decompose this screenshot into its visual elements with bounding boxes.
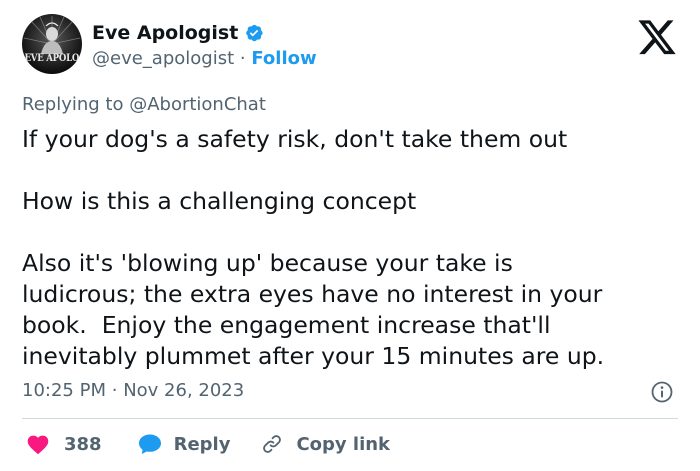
divider [22, 418, 678, 419]
tweet-paragraph: If your dog's a safety risk, don't take … [22, 125, 568, 153]
timestamp-separator: · [111, 380, 118, 401]
tweet-card: EVE APOLOGIST Eve Apologist @eve_apologi… [0, 0, 700, 471]
replying-to: Replying to @AbortionChat [22, 94, 266, 115]
timestamp[interactable]: 10:25 PM · Nov 26, 2023 [22, 380, 244, 401]
avatar[interactable]: EVE APOLOGIST [22, 14, 82, 74]
avatar-text: EVE APOLOGIST [24, 53, 82, 64]
x-logo-icon[interactable] [636, 20, 678, 58]
copy-link-button[interactable]: Copy link [260, 433, 390, 455]
reply-label: Reply [173, 433, 231, 455]
author-name-row: Eve Apologist [92, 22, 264, 44]
handle-separator: · [239, 48, 246, 69]
tweet-paragraph: How is this a challenging concept [22, 187, 417, 215]
replying-prefix: Replying to [22, 94, 130, 115]
speech-bubble-icon [138, 434, 161, 454]
handle-row: @eve_apologist · Follow [92, 48, 317, 69]
action-bar: 388 Reply Copy link [22, 430, 390, 458]
info-icon[interactable] [650, 380, 674, 404]
verified-badge-icon [246, 24, 263, 42]
tweet-paragraph: Also it's 'blowing up' because your take… [22, 249, 605, 370]
timestamp-date: Nov 26, 2023 [123, 380, 245, 401]
handle[interactable]: @eve_apologist [92, 48, 234, 69]
reply-button[interactable]: Reply [138, 433, 231, 455]
tweet-text: If your dog's a safety risk, don't take … [22, 124, 682, 372]
copy-link-label: Copy link [296, 433, 391, 455]
heart-icon [27, 435, 49, 455]
avatar-image [23, 16, 81, 54]
follow-button[interactable]: Follow [251, 48, 316, 69]
like-button[interactable]: 388 [26, 433, 102, 455]
replying-mention[interactable]: @AbortionChat [129, 94, 266, 115]
timestamp-time: 10:25 PM [22, 380, 106, 401]
display-name[interactable]: Eve Apologist [92, 22, 238, 44]
link-icon [263, 435, 282, 453]
like-count: 388 [64, 433, 102, 455]
